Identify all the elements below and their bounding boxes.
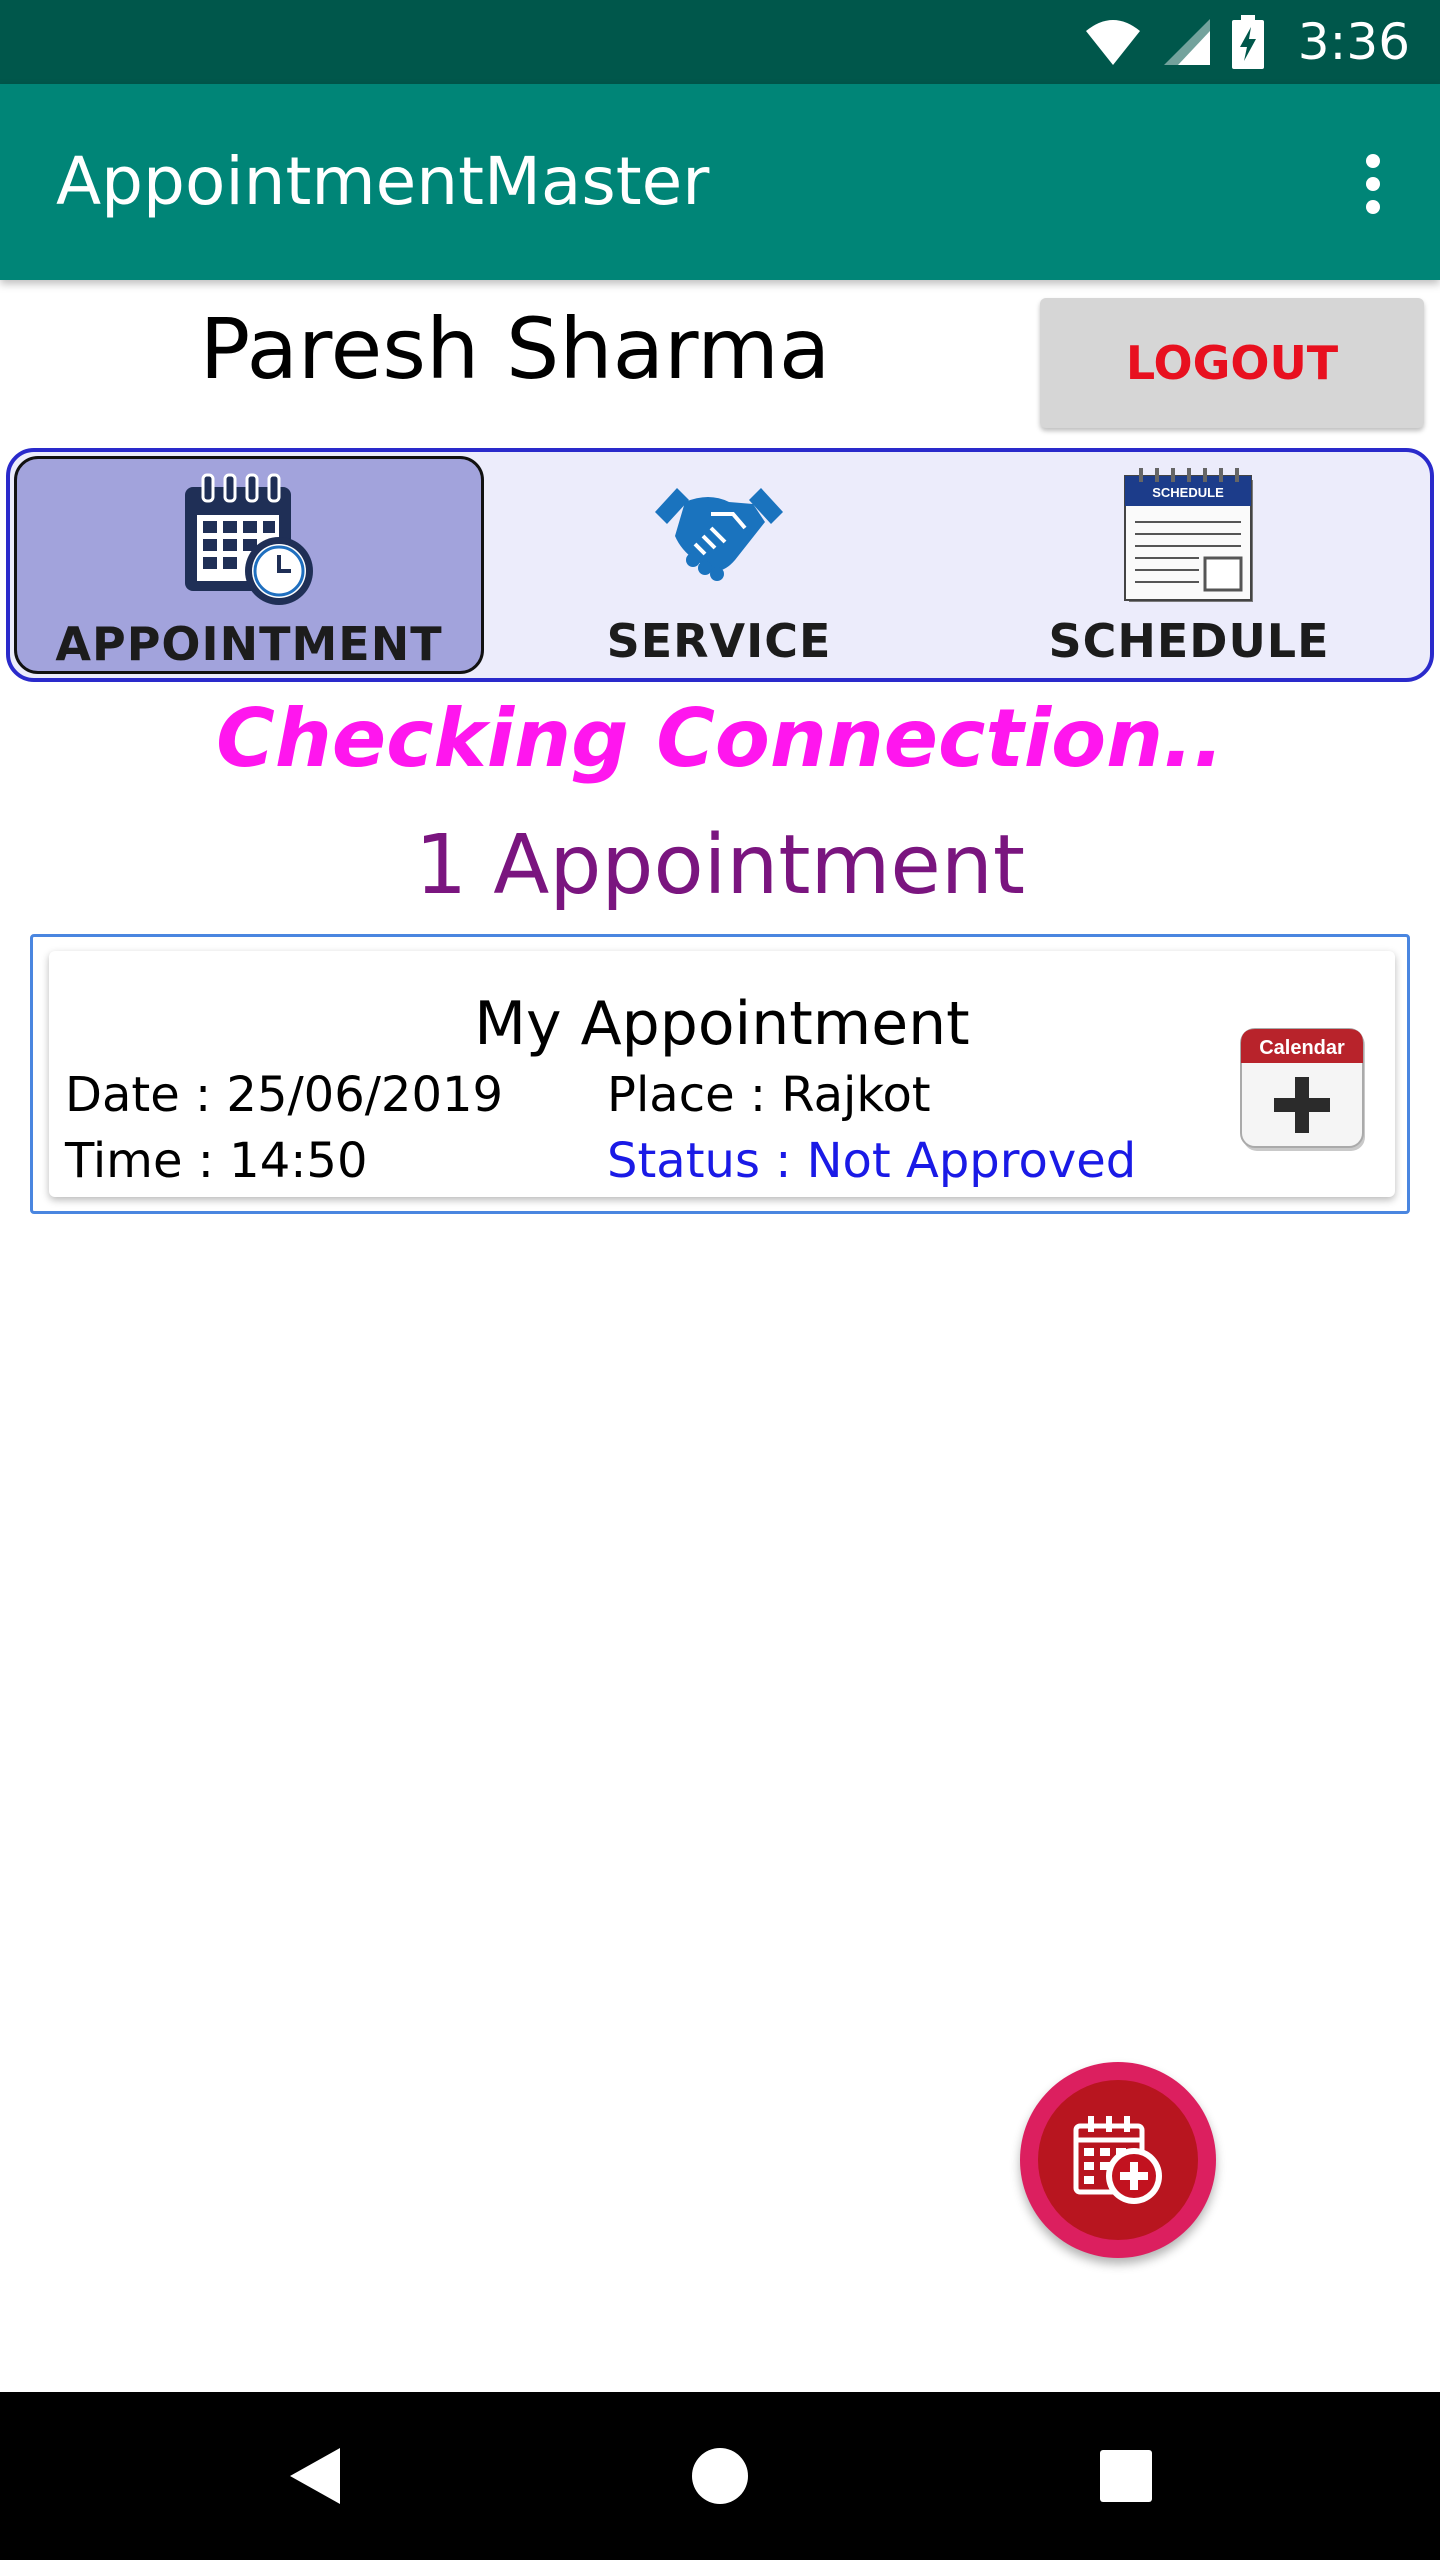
tab-service[interactable]: SERVICE: [484, 456, 954, 674]
appointment-place: Place : Rajkot: [607, 1067, 931, 1123]
user-name: Paresh Sharma: [199, 300, 831, 398]
connection-status: Checking Connection..: [216, 692, 1224, 785]
add-to-calendar-button[interactable]: Calendar: [1239, 1027, 1369, 1155]
wifi-icon: [1085, 20, 1140, 65]
tab-appointment[interactable]: APPOINTMENT: [14, 456, 484, 674]
appointment-title: My Appointment: [474, 989, 970, 1059]
schedule-icon-text: SCHEDULE: [1152, 485, 1224, 500]
calendar-add-icon: [1073, 2116, 1162, 2204]
home-icon: [692, 2448, 748, 2504]
appointment-list: My Appointment Date : 25/06/2019 Time : …: [30, 934, 1410, 1214]
navigation-bar: [0, 2392, 1440, 2560]
tab-schedule[interactable]: SCHEDULE SCHEDULE: [954, 456, 1424, 674]
tab-schedule-label: SCHEDULE: [1048, 614, 1330, 668]
app-title: AppointmentMaster: [56, 143, 710, 220]
back-button[interactable]: [214, 2392, 414, 2560]
calendar-clock-icon: [185, 473, 313, 605]
status-bar: 3:36: [0, 0, 1440, 84]
add-appointment-fab[interactable]: [1020, 2062, 1216, 2258]
cellular-signal-icon: [1163, 19, 1210, 65]
schedule-notepad-icon: SCHEDULE: [1124, 468, 1253, 602]
home-button[interactable]: [620, 2392, 820, 2560]
battery-charging-icon: [1231, 15, 1264, 69]
back-icon: [290, 2448, 340, 2504]
overflow-menu-icon[interactable]: [1358, 154, 1388, 214]
recents-icon: [1100, 2450, 1152, 2502]
handshake-icon: [655, 488, 783, 581]
recents-button[interactable]: [1026, 2392, 1226, 2560]
status-icons: 3:36: [1084, 0, 1410, 84]
logout-button[interactable]: LOGOUT: [1040, 298, 1424, 428]
appointment-status: Status : Not Approved: [607, 1133, 1137, 1189]
appointment-count: 1 Appointment: [415, 818, 1025, 913]
fab-inner: [1038, 2080, 1198, 2240]
appointment-card[interactable]: My Appointment Date : 25/06/2019 Time : …: [49, 951, 1395, 1197]
tab-appointment-label: APPOINTMENT: [55, 617, 443, 671]
tab-bar: APPOINTMENT SERVICE SCHEDULE SCHEDULE: [6, 448, 1434, 682]
calendar-label: Calendar: [1259, 1037, 1345, 1059]
tab-service-label: SERVICE: [606, 614, 832, 668]
status-time: 3:36: [1297, 13, 1410, 71]
appointment-date: Date : 25/06/2019: [65, 1067, 504, 1123]
app-screen: 3:36 AppointmentMaster Paresh Sharma LOG…: [0, 0, 1440, 2560]
appointment-time: Time : 14:50: [65, 1133, 368, 1189]
app-bar: AppointmentMaster: [0, 84, 1440, 280]
